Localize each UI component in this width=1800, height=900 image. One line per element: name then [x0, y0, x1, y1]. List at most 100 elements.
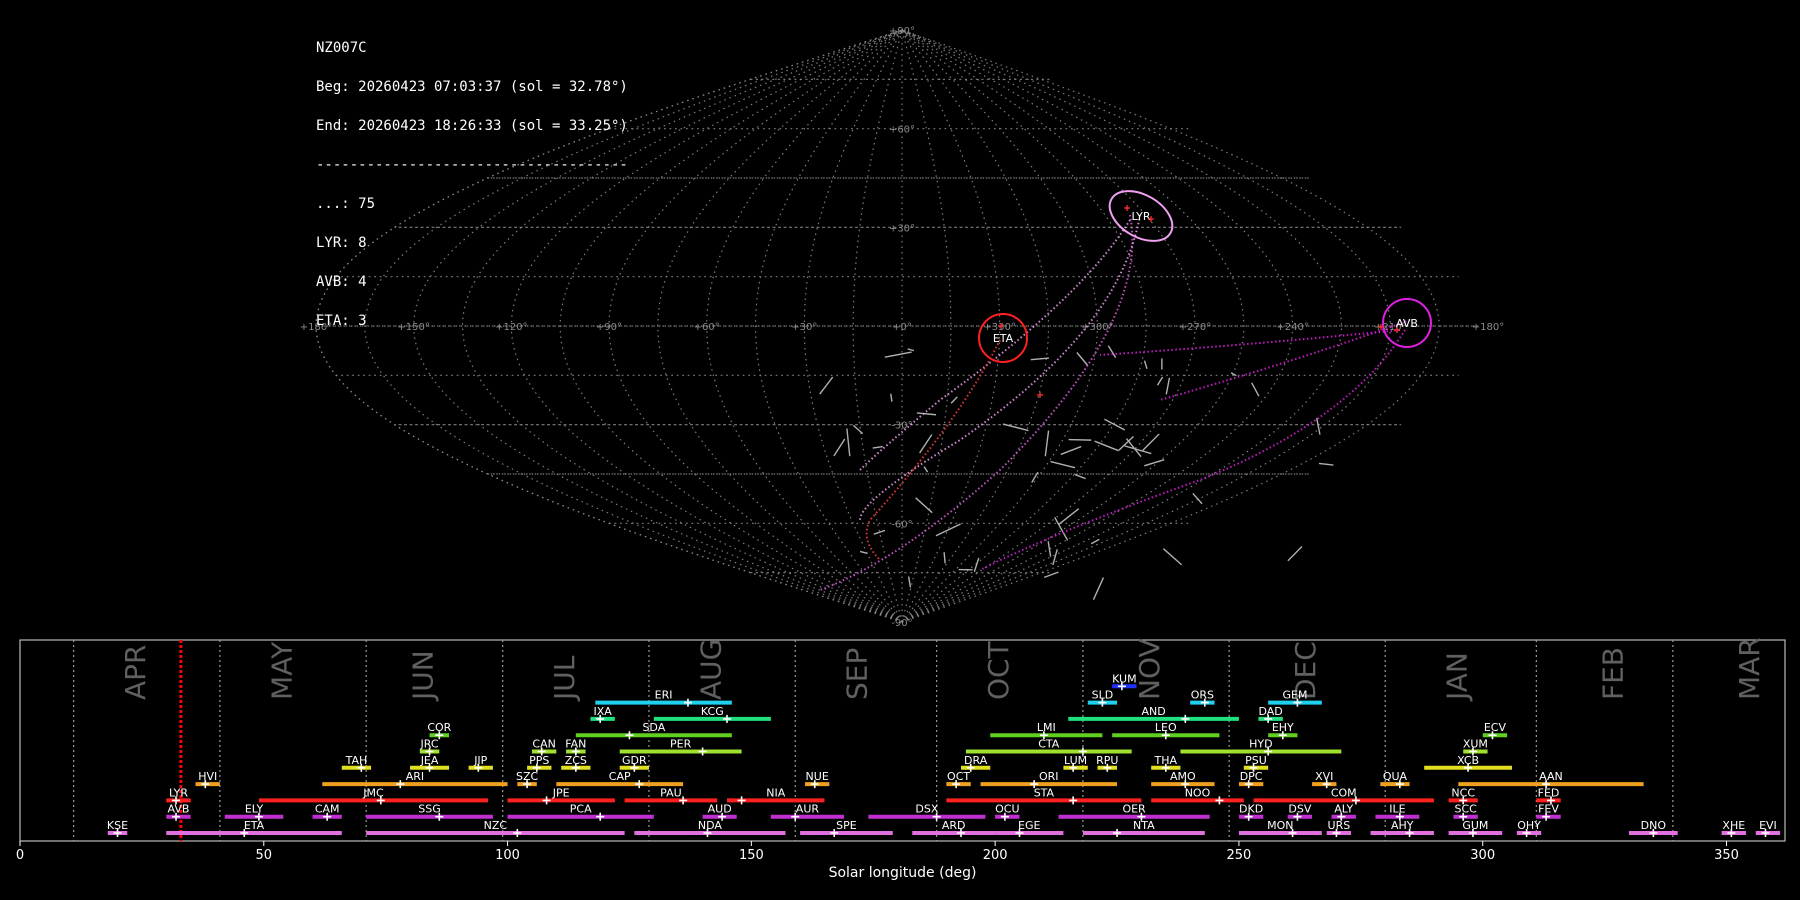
shower-label: ETA	[244, 819, 265, 832]
shower-label: DSX	[915, 803, 938, 816]
separator: -------------------------------------	[316, 157, 628, 173]
begin-time: Beg: 20260423 07:03:37 (sol = 32.78°)	[316, 79, 628, 95]
x-tick-label: 300	[1470, 848, 1495, 863]
shower-label: HVI	[198, 770, 217, 783]
shower-label: NCC	[1451, 786, 1475, 799]
shower-label: NUE	[806, 770, 829, 783]
month-label: JAN	[1440, 652, 1473, 702]
shower-label: XHE	[1722, 819, 1745, 832]
x-tick-label: 350	[1714, 848, 1739, 863]
shower-label: ECV	[1484, 721, 1507, 734]
count-eta: ETA: 3	[316, 313, 367, 329]
x-tick-label: 250	[1227, 848, 1252, 863]
shower-label: AAN	[1539, 770, 1563, 783]
shower-label: PER	[670, 738, 692, 751]
shower-label: XVI	[1315, 770, 1333, 783]
shower-label: SCC	[1454, 803, 1477, 816]
shower-label: KSE	[107, 819, 128, 832]
shower-label: ILE	[1389, 803, 1405, 816]
shower-label: AVB	[168, 803, 190, 816]
x-tick-label: 150	[739, 848, 764, 863]
shower-label: TAH	[345, 754, 368, 767]
x-tick-label: 0	[16, 848, 24, 863]
end-time: End: 20260423 18:26:33 (sol = 33.25°)	[316, 118, 628, 134]
shower-label: SLD	[1092, 689, 1114, 702]
shower-label: PAU	[660, 786, 682, 799]
shower-label: IXA	[593, 705, 612, 718]
shower-label: LUM	[1064, 754, 1087, 767]
month-label: NOV	[1133, 638, 1166, 700]
shower-label: LEO	[1155, 721, 1177, 734]
shower-label: LMI	[1037, 721, 1056, 734]
count-sporadic: ...: 75	[316, 196, 376, 212]
shower-label: CAM	[315, 803, 340, 816]
month-label: MAR	[1733, 637, 1766, 700]
shower-label: DSV	[1288, 803, 1311, 816]
shower-label: DKD	[1239, 803, 1263, 816]
shower-label: PCA	[570, 803, 592, 816]
shower-label: GDR	[622, 754, 647, 767]
shower-label: THA	[1154, 754, 1178, 767]
shower-label: AHY	[1391, 819, 1414, 832]
month-label: AUG	[694, 639, 727, 700]
shower-label: QUA	[1383, 770, 1408, 783]
shower-label: DRA	[964, 754, 988, 767]
month-label: APR	[119, 645, 152, 701]
month-label: OCT	[982, 640, 1015, 700]
shower-label: EVI	[1759, 819, 1777, 832]
shower-label: FED	[1538, 786, 1560, 799]
x-tick-label: 200	[983, 848, 1008, 863]
shower-label: AUR	[796, 803, 820, 816]
shower-label: MON	[1267, 819, 1293, 832]
shower-label: EHY	[1272, 721, 1294, 734]
x-tick-label: 50	[256, 848, 273, 863]
shower-label: AUD	[708, 803, 732, 816]
shower-label: CTA	[1038, 738, 1060, 751]
shower-label: PSU	[1245, 754, 1267, 767]
shower-label: AND	[1141, 705, 1165, 718]
shower-label: ARI	[406, 770, 424, 783]
shower-label: SPE	[836, 819, 857, 832]
shower-label: JRC	[420, 738, 439, 751]
month-label: SEP	[841, 648, 874, 700]
month-label: JUN	[407, 650, 440, 702]
shower-label: ORI	[1039, 770, 1059, 783]
stats-panel: NZ007C Beg: 20260423 07:03:37 (sol = 32.…	[316, 16, 628, 341]
shower-label: OHY	[1517, 819, 1541, 832]
shower-label: XUM	[1463, 738, 1488, 751]
shower-label: ALY	[1334, 803, 1353, 816]
shower-label: JEA	[420, 754, 439, 767]
shower-label: NZC	[484, 819, 508, 832]
shower-label: EGE	[1018, 819, 1040, 832]
shower-label: DPC	[1240, 770, 1263, 783]
shower-label: ELY	[245, 803, 264, 816]
shower-label: NDA	[698, 819, 723, 832]
shower-label: COM	[1331, 786, 1357, 799]
shower-label: GUM	[1462, 819, 1488, 832]
shower-label: COR	[427, 721, 451, 734]
shower-label: JIP	[473, 754, 487, 767]
shower-label: ORS	[1191, 689, 1214, 702]
shower-label: GEM	[1283, 689, 1308, 702]
shower-label: HYD	[1249, 738, 1272, 751]
shower-label: CAP	[609, 770, 631, 783]
shower-label: XCB	[1457, 754, 1479, 767]
shower-label: NOO	[1185, 786, 1211, 799]
shower-label: SSG	[418, 803, 441, 816]
shower-label: CAN	[532, 738, 555, 751]
shower-label: ARD	[942, 819, 966, 832]
shower-timeline: APR MAY JUN JUL AUG SEP OCT NOV DEC JAN FEB MARKUME…	[16, 637, 1786, 881]
month-label: FEB	[1596, 647, 1629, 700]
shower-label: NTA	[1133, 819, 1155, 832]
shower-label: NIA	[766, 786, 785, 799]
shower-label: KCG	[701, 705, 724, 718]
shower-label: PPS	[529, 754, 549, 767]
station-id: NZ007C	[316, 40, 367, 56]
shower-label: JMC	[362, 786, 384, 799]
shower-label: URS	[1328, 819, 1351, 832]
month-label: MAY	[265, 641, 298, 700]
shower-label: DAD	[1258, 705, 1282, 718]
shower-label: KUM	[1112, 672, 1136, 685]
shower-label: OCU	[995, 803, 1019, 816]
shower-label: OCT	[947, 770, 970, 783]
